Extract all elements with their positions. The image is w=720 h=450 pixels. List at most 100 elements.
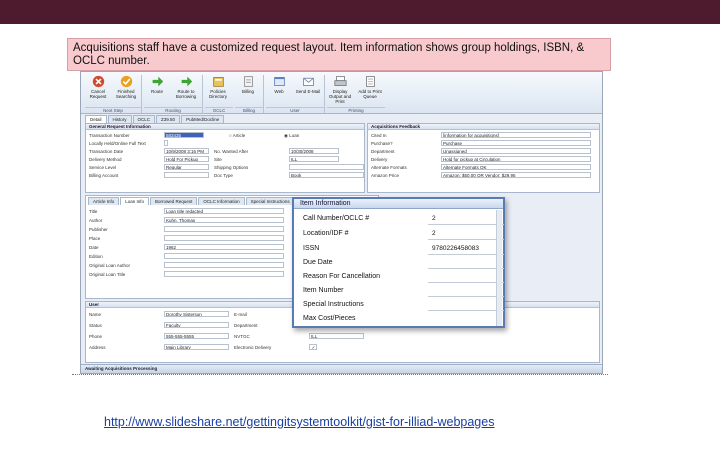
- route-to-borrowing-button[interactable]: Route to Borrowing: [173, 75, 199, 105]
- route-to-borrowing-label: Route to Borrowing: [175, 89, 197, 99]
- issn-value[interactable]: 9780226458083: [432, 245, 479, 252]
- transaction-date-field[interactable]: 10/9/2008 3:16 PM: [164, 148, 209, 154]
- shipping-options-field[interactable]: [289, 164, 364, 170]
- green-arrow-icon: [152, 76, 163, 87]
- cancel-request-button[interactable]: Cancel Request: [85, 75, 111, 105]
- ribbon-separator: [141, 75, 142, 113]
- field-row: Original Loan Author: [89, 262, 289, 269]
- add-to-print-queue-button[interactable]: Add to Print Queue: [357, 75, 383, 105]
- route-button[interactable]: Route: [144, 75, 170, 105]
- location-value[interactable]: 2: [432, 230, 436, 237]
- due-date-label: Due Date: [303, 259, 333, 266]
- general-request-header: General Request Information: [86, 124, 364, 130]
- cited-in-field[interactable]: [information for acquisitions]: [441, 132, 591, 138]
- cancel-icon: [92, 75, 104, 88]
- billing-button[interactable]: Billing: [235, 75, 261, 105]
- field-label: Status: [89, 323, 102, 328]
- divider: [428, 282, 504, 283]
- source-link[interactable]: http://www.slideshare.net/gettingitsyste…: [104, 415, 494, 429]
- tab-oclc-information[interactable]: OCLC Information: [198, 197, 245, 205]
- tab-history[interactable]: History: [107, 115, 132, 123]
- tab-borrowed-request[interactable]: Borrowed Request: [150, 197, 198, 205]
- field-label: Department: [234, 323, 258, 328]
- field-label: Edition: [89, 254, 103, 259]
- item-information-header: Item Information: [294, 199, 503, 209]
- tab-detail[interactable]: Detail: [85, 115, 107, 123]
- radio-article[interactable]: ○ Article: [229, 132, 245, 139]
- ribbon-group-user: User: [266, 107, 324, 113]
- loan-date-field[interactable]: 1962: [164, 244, 284, 250]
- cancel-request-label: Cancel Request: [89, 89, 107, 99]
- field-label: Purchase?: [371, 141, 393, 146]
- field-label: Alternate Formats: [371, 165, 407, 170]
- locally-held-checkbox[interactable]: [164, 140, 168, 146]
- tab-article-info[interactable]: Article Info: [88, 197, 120, 205]
- tab-loan-info[interactable]: Loan Info: [120, 197, 150, 205]
- loan-author-field[interactable]: Kuhn, Thomas: [164, 217, 284, 223]
- service-level-field[interactable]: Regular: [164, 164, 209, 170]
- print-queue-icon: [365, 76, 375, 87]
- send-email-label: Send E-Mail: [295, 89, 321, 94]
- loan-place-field[interactable]: [164, 235, 284, 241]
- finished-searching-button[interactable]: Finished Searching: [113, 75, 139, 105]
- doc-type-field[interactable]: Book: [289, 172, 364, 178]
- user-name-field[interactable]: Dorothy Sisterson: [164, 311, 229, 317]
- alternate-formats-field[interactable]: Alternate Formats OK: [441, 164, 591, 170]
- purchase-field[interactable]: Purchase: [441, 140, 591, 146]
- ribbon-group-billing: Billing: [235, 107, 263, 113]
- divider: [428, 254, 504, 255]
- field-label: Site: [214, 157, 222, 162]
- radio-loan[interactable]: ◉ Loan: [284, 132, 299, 139]
- call-number-value[interactable]: 2: [432, 215, 436, 222]
- field-label: Delivery: [371, 157, 388, 162]
- printer-icon: [333, 76, 347, 86]
- field-row: Author Kuhn, Thomas: [89, 217, 289, 224]
- tab-pubmed-docline[interactable]: PubMed/Docline: [181, 115, 225, 123]
- policies-directory-button[interactable]: Policies Directory: [205, 75, 231, 105]
- billing-account-field[interactable]: [164, 172, 209, 178]
- popup-scrollbar[interactable]: [496, 210, 502, 326]
- call-number-label: Call Number/OCLC #: [303, 215, 370, 222]
- web-button[interactable]: Web: [266, 75, 292, 105]
- original-loan-author-field[interactable]: [164, 262, 284, 268]
- display-output-button[interactable]: Display Output and Print: [327, 75, 353, 105]
- send-email-button[interactable]: Send E-Mail: [295, 75, 321, 105]
- original-loan-title-field[interactable]: [164, 271, 284, 277]
- field-label: Author: [89, 218, 103, 223]
- amazon-price-field[interactable]: Amazon: $50.00 OR Vendor: $29.95: [441, 172, 591, 178]
- illiad-client-window: Cancel Request Finished Searching Route …: [80, 71, 603, 374]
- delivery-method-field[interactable]: Hold For Pickup: [164, 156, 209, 162]
- loan-publisher-field[interactable]: [164, 226, 284, 232]
- loan-edition-field[interactable]: [164, 253, 284, 259]
- loan-title-field[interactable]: Loan title redacted: [164, 208, 284, 214]
- slide-caption: Acquisitions staff have a customized req…: [67, 38, 611, 71]
- add-to-print-queue-label: Add to Print Queue: [358, 89, 382, 99]
- field-row: Cited In [information for acquisitions]: [371, 132, 599, 139]
- ribbon-toolbar: Cancel Request Finished Searching Route …: [81, 72, 602, 114]
- item-information-popup: Item Information Call Number/OCLC # 2 Lo…: [292, 197, 505, 328]
- user-status-field[interactable]: Faculty: [164, 322, 229, 328]
- user-address-field[interactable]: Main Library: [164, 344, 229, 350]
- electronic-delivery-checkbox[interactable]: ✓: [309, 344, 317, 350]
- tab-z3950[interactable]: Z39.50: [156, 115, 181, 123]
- email-icon: [302, 77, 314, 86]
- status-bar: Awaiting Acquisitions Processing: [81, 364, 602, 373]
- department-field[interactable]: Unassigned: [441, 148, 591, 154]
- field-row: Place: [89, 235, 289, 242]
- delivery-field[interactable]: Hold for pickup at Circulation: [441, 156, 591, 162]
- tab-oclc[interactable]: OCLC: [132, 115, 156, 123]
- tab-special-instructions[interactable]: Special Instructions: [245, 197, 295, 205]
- field-label: Service Level: [89, 165, 117, 170]
- ribbon-group-oclc: OCLC: [205, 107, 233, 113]
- site-field[interactable]: ILL: [289, 156, 339, 162]
- user-phone-field[interactable]: 555-555-5555: [164, 333, 229, 339]
- transaction-number-field[interactable]: 583435: [164, 132, 204, 138]
- field-row: Amazon Price Amazon: $50.00 OR Vendor: $…: [371, 172, 599, 179]
- user-nvtgc-field[interactable]: ILL: [309, 333, 364, 339]
- not-wanted-after-field[interactable]: 10/30/2008: [289, 148, 339, 154]
- ribbon-group-routing: Routing: [144, 107, 202, 113]
- field-label: Billing Account: [89, 173, 119, 178]
- field-label: Shipping Options: [214, 165, 249, 170]
- location-label: Location/IDF #: [303, 230, 349, 237]
- finished-icon: [120, 75, 132, 88]
